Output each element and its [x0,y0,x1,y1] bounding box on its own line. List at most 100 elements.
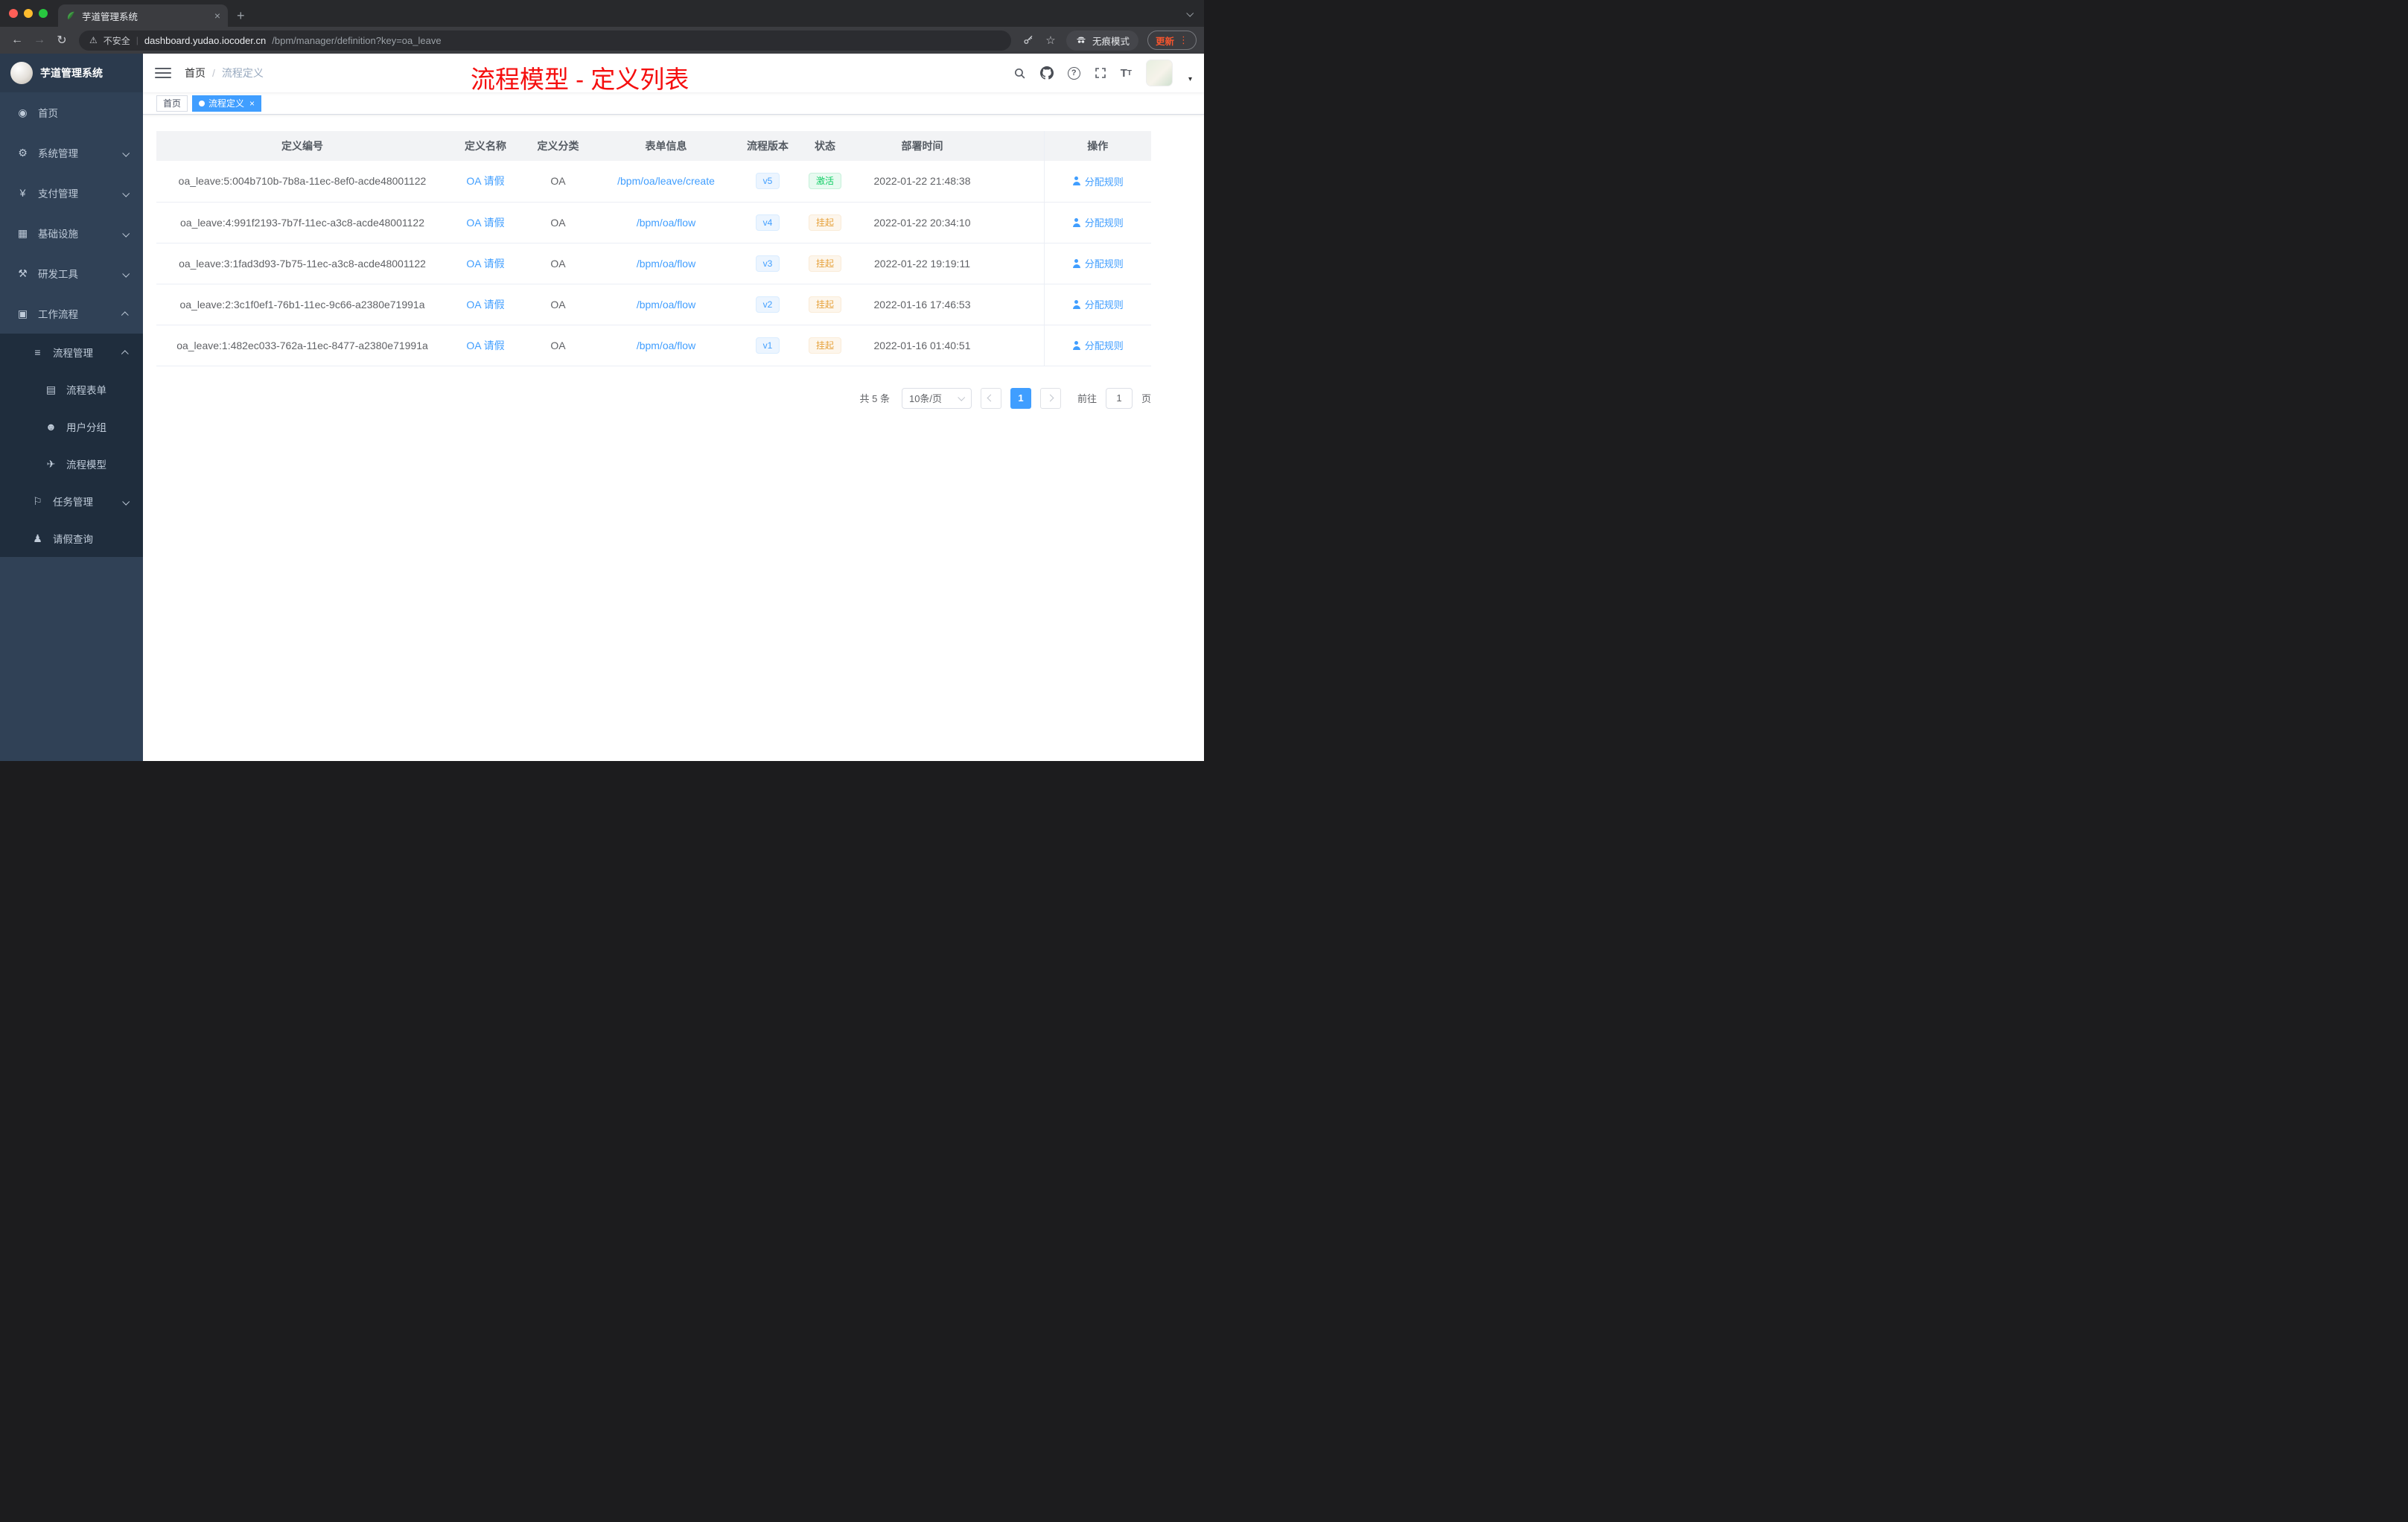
sidebar-item-label: 工作流程 [38,309,78,320]
search-icon[interactable] [1013,67,1026,80]
user-icon [1072,299,1081,309]
close-window-button[interactable] [9,9,18,18]
form-info-link[interactable]: /bpm/oa/flow [637,299,695,311]
sidebar-item-workflow[interactable]: ▣ 工作流程 [0,293,143,334]
avatar-caret-icon[interactable]: ▾ [1188,75,1192,86]
breadcrumb-home[interactable]: 首页 [185,66,206,80]
font-size-icon[interactable]: TT [1121,67,1132,80]
status-badge: 挂起 [808,296,841,313]
app-title: 芋道管理系统 [40,67,103,79]
user-avatar[interactable] [1145,60,1173,86]
sidebar-item-process-management[interactable]: ≡ 流程管理 [0,334,143,371]
sidebar-item-user-group[interactable]: ☻ 用户分组 [0,408,143,445]
incognito-profile-chip[interactable]: 无痕模式 [1066,30,1138,51]
definition-name-link[interactable]: OA 请假 [466,175,504,187]
fullscreen-icon[interactable] [1095,67,1106,79]
sidebar-item-infrastructure[interactable]: ▦ 基础设施 [0,213,143,253]
pagination: 共 5 条 10条/页 1 前往 页 [156,387,1151,409]
incognito-label: 无痕模式 [1092,36,1130,47]
zoom-window-button[interactable] [39,9,48,18]
definition-name-link[interactable]: OA 请假 [466,299,504,311]
assign-rule-link[interactable]: 分配规则 [1072,174,1124,188]
tag-label: 流程定义 [208,98,245,109]
definition-category: OA [523,284,593,325]
url-path: /bpm/manager/definition?key=oa_leave [272,34,442,46]
filler-cell [991,161,1044,203]
back-button[interactable]: ← [7,31,27,50]
yen-icon: ¥ [19,187,26,199]
tab-search-chevron-icon[interactable] [1186,0,1204,27]
sidebar-item-home[interactable]: ◉ 首页 [0,92,143,133]
definition-id: oa_leave:1:482ec033-762a-11ec-8477-a2380… [156,325,448,366]
gear-icon: ⚙ [18,146,28,159]
page-size-select[interactable]: 10条/页 [901,387,972,409]
prev-page-button[interactable] [980,387,1001,409]
list-icon: ≡ [34,346,41,358]
assign-rule-link[interactable]: 分配规则 [1072,338,1124,352]
filler-cell [991,325,1044,366]
tag-home[interactable]: 首页 [156,95,188,112]
col-definition-id: 定义编号 [156,131,448,161]
tag-process-definition[interactable]: 流程定义 × [192,95,262,112]
sidebar-logo[interactable]: 芋道管理系统 [0,54,143,92]
form-info-link[interactable]: /bpm/oa/flow [637,340,695,351]
github-icon[interactable] [1039,66,1054,80]
help-icon[interactable]: ? [1067,66,1080,80]
table-row: oa_leave:3:1fad3d93-7b75-11ec-a3c8-acde4… [156,243,1151,284]
sidebar-item-process-model[interactable]: ✈ 流程模型 [0,445,143,483]
assign-rule-link[interactable]: 分配规则 [1072,215,1124,229]
definition-name-link[interactable]: OA 请假 [466,217,504,229]
chevron-up-icon [121,308,129,319]
new-tab-button[interactable]: + [228,4,254,27]
definition-name-link[interactable]: OA 请假 [466,340,504,351]
sidebar-item-dev-tools[interactable]: ⚒ 研发工具 [0,253,143,293]
definition-table: 定义编号 定义名称 定义分类 表单信息 流程版本 状态 部署时间 操作 oa_l… [156,131,1151,366]
bookmark-star-icon[interactable]: ☆ [1041,31,1060,50]
user-icon [1072,217,1081,227]
sidebar-item-process-form[interactable]: ▤ 流程表单 [0,371,143,408]
incognito-icon [1075,34,1087,46]
sidebar-item-label: 支付管理 [38,188,78,200]
chevron-down-icon [122,228,130,239]
assign-rule-link[interactable]: 分配规则 [1072,256,1124,270]
pagination-total: 共 5 条 [859,393,890,404]
definition-name-link[interactable]: OA 请假 [466,258,504,270]
reload-button[interactable]: ↻ [52,31,71,50]
active-tag-dot [199,100,206,106]
version-badge: v3 [755,255,780,272]
definition-id: oa_leave:5:004b710b-7b8a-11ec-8ef0-acde4… [156,161,448,203]
forward-button[interactable]: → [30,31,49,50]
sidebar-item-payment-management[interactable]: ¥ 支付管理 [0,173,143,213]
col-deploy-time: 部署时间 [853,131,991,161]
sidebar-item-task-management[interactable]: ⚐ 任务管理 [0,483,143,520]
tab-close-icon[interactable]: × [214,10,220,22]
table-row: oa_leave:5:004b710b-7b8a-11ec-8ef0-acde4… [156,161,1151,203]
minimize-window-button[interactable] [24,9,33,18]
browser-tab[interactable]: 芋道管理系统 × [58,4,228,27]
goto-page-input[interactable] [1105,387,1133,409]
sidebar-item-label: 请假查询 [53,534,93,545]
sidebar-collapse-icon[interactable] [155,68,171,78]
password-key-icon[interactable] [1019,31,1038,50]
definition-id: oa_leave:3:1fad3d93-7b75-11ec-a3c8-acde4… [156,243,448,284]
filler-cell [991,284,1044,325]
omnibox-divider: | [136,35,138,45]
address-bar[interactable]: ⚠ 不安全 | dashboard.yudao.iocoder.cn/bpm/m… [79,30,1011,51]
assign-rule-link[interactable]: 分配规则 [1072,297,1124,311]
browser-tab-strip: 芋道管理系统 × + [0,0,1204,27]
logo-avatar [10,62,33,84]
col-process-version: 流程版本 [739,131,797,161]
col-definition-category: 定义分类 [523,131,593,161]
person-icon: ♟ [33,532,42,544]
browser-menu-icon[interactable]: ⋮ [1179,34,1188,46]
tag-close-icon[interactable]: × [249,98,255,109]
page-number-1[interactable]: 1 [1010,387,1031,409]
monitor-icon: ▦ [17,226,28,239]
form-info-link[interactable]: /bpm/oa/leave/create [617,175,715,187]
browser-update-button[interactable]: 更新 ⋮ [1147,31,1197,50]
next-page-button[interactable] [1039,387,1061,409]
form-info-link[interactable]: /bpm/oa/flow [637,258,695,270]
sidebar-item-system-management[interactable]: ⚙ 系统管理 [0,133,143,173]
sidebar-item-leave-query[interactable]: ♟ 请假查询 [0,520,143,557]
form-info-link[interactable]: /bpm/oa/flow [637,217,695,229]
